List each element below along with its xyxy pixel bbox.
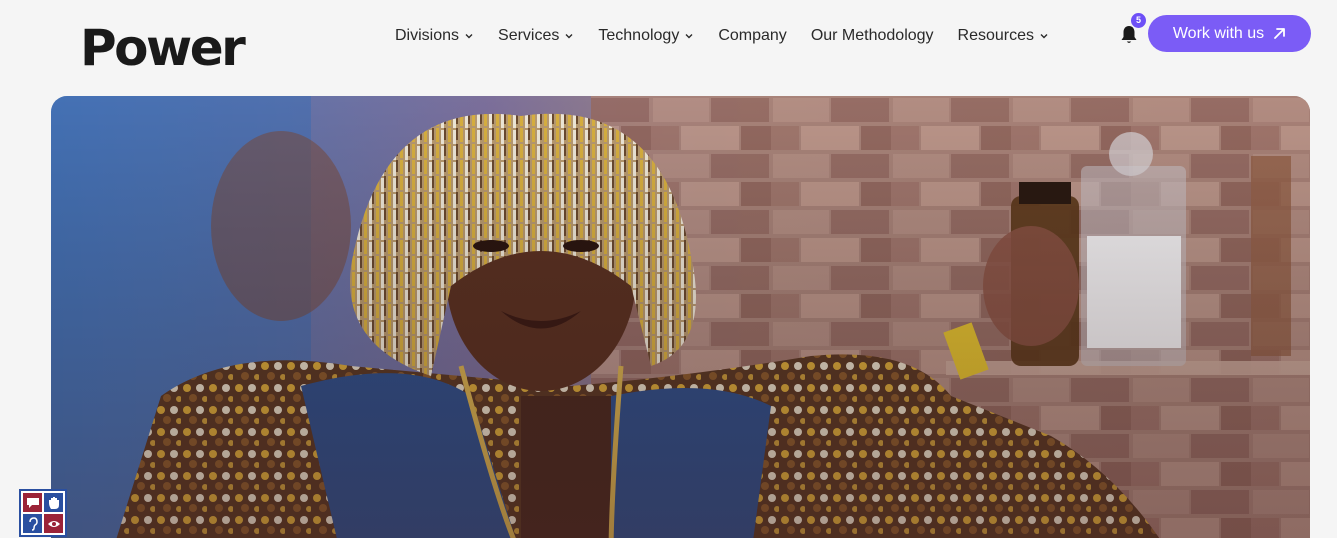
eye-icon <box>44 514 63 533</box>
chevron-down-icon <box>685 34 693 39</box>
nav-item-label: Company <box>718 27 787 44</box>
nav-item-label: Our Methodology <box>810 27 934 44</box>
nav-item-label: Divisions <box>395 27 460 44</box>
nav-item-services[interactable]: Services <box>498 27 574 45</box>
ear-icon <box>23 514 42 533</box>
hero-video[interactable] <box>51 96 1310 538</box>
accessibility-widget[interactable] <box>19 489 67 537</box>
chevron-down-icon <box>465 34 473 39</box>
main-nav: Divisions Services Technology Company Ou… <box>395 24 1073 48</box>
notification-badge: 5 <box>1131 13 1146 28</box>
nav-item-company[interactable]: Company <box>718 27 786 45</box>
hero-video-frame <box>51 96 1310 538</box>
site-header: Power Divisions Services Technology Comp… <box>0 0 1337 96</box>
chevron-down-icon <box>565 34 573 39</box>
nav-item-technology[interactable]: Technology <box>598 27 694 45</box>
nav-item-label: Technology <box>598 27 680 44</box>
nav-item-label: Services <box>498 27 560 44</box>
hand-icon <box>44 493 63 512</box>
cta-label: Work with us <box>1172 24 1265 42</box>
site-logo[interactable]: Power <box>80 18 246 78</box>
nav-item-resources[interactable]: Resources <box>958 27 1049 45</box>
work-with-us-button[interactable]: Work with us <box>1148 15 1311 52</box>
nav-item-divisions[interactable]: Divisions <box>395 27 474 45</box>
chevron-down-icon <box>1040 34 1048 39</box>
arrow-up-right-icon <box>1274 28 1286 39</box>
nav-item-label: Resources <box>957 27 1035 44</box>
speech-bubble-icon <box>23 493 42 512</box>
nav-item-methodology[interactable]: Our Methodology <box>811 27 934 45</box>
